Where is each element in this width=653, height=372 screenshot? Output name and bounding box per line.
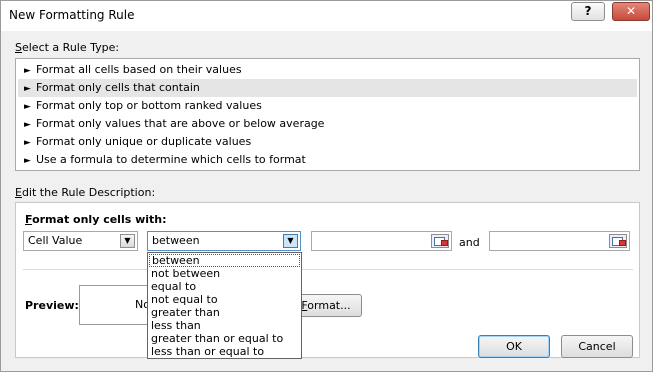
title-bar[interactable]: New Formatting Rule ? ✕ [1, 1, 652, 31]
cell-type-value: Cell Value [28, 234, 83, 247]
arrow-icon: ► [24, 138, 31, 148]
help-button[interactable]: ? [571, 2, 605, 21]
rule-type-item-formula[interactable]: ► Use a formula to determine which cells … [18, 151, 637, 169]
value1-input[interactable] [311, 231, 452, 251]
preview-label: Preview: [25, 299, 79, 312]
range-select-icon[interactable] [609, 234, 627, 248]
operator-option-not-between[interactable]: not between [149, 267, 300, 280]
range-select-icon[interactable] [431, 234, 449, 248]
rule-type-list[interactable]: ► Format all cells based on their values … [15, 58, 640, 171]
arrow-icon: ► [24, 120, 31, 130]
operator-option-between[interactable]: between [149, 254, 300, 267]
value2-input[interactable] [489, 231, 630, 251]
arrow-icon: ► [24, 66, 31, 76]
chevron-down-icon[interactable]: ▼ [283, 234, 298, 248]
operator-value: between [152, 234, 200, 247]
divider [23, 269, 633, 270]
rule-type-item-cells-that-contain[interactable]: ► Format only cells that contain [18, 79, 637, 97]
new-formatting-rule-dialog: New Formatting Rule ? ✕ Select a Rule Ty… [0, 0, 653, 372]
operator-option-greater-than[interactable]: greater than [149, 306, 300, 319]
rule-description-label: Edit the Rule Description: [15, 186, 156, 199]
cell-type-select[interactable]: Cell Value ▼ [23, 231, 138, 251]
operator-option-equal-to[interactable]: equal to [149, 280, 300, 293]
operator-option-greater-or-equal[interactable]: greater than or equal to [149, 332, 300, 345]
operator-option-not-equal-to[interactable]: not equal to [149, 293, 300, 306]
cancel-button[interactable]: Cancel [561, 335, 633, 358]
operator-select[interactable]: between ▼ [147, 231, 301, 251]
close-button[interactable]: ✕ [612, 2, 650, 21]
arrow-icon: ► [24, 156, 31, 166]
rule-type-item-top-bottom[interactable]: ► Format only top or bottom ranked values [18, 97, 637, 115]
rule-type-item-above-below-average[interactable]: ► Format only values that are above or be… [18, 115, 637, 133]
operator-dropdown-list[interactable]: between not between equal to not equal t… [147, 252, 302, 359]
arrow-icon: ► [24, 102, 31, 112]
chevron-down-icon[interactable]: ▼ [120, 234, 135, 248]
dialog-title: New Formatting Rule [9, 8, 135, 22]
operator-option-less-or-equal[interactable]: less than or equal to [149, 345, 300, 358]
rule-type-item-unique-duplicate[interactable]: ► Format only unique or duplicate values [18, 133, 637, 151]
operator-option-less-than[interactable]: less than [149, 319, 300, 332]
arrow-icon: ► [24, 84, 31, 94]
ok-button[interactable]: OK [478, 335, 550, 358]
format-only-cells-heading: Format only cells with: [25, 213, 167, 226]
and-label: and [459, 236, 480, 249]
rule-type-label: Select a Rule Type: [15, 41, 120, 54]
rule-type-item-all-cells[interactable]: ► Format all cells based on their values [18, 61, 637, 79]
